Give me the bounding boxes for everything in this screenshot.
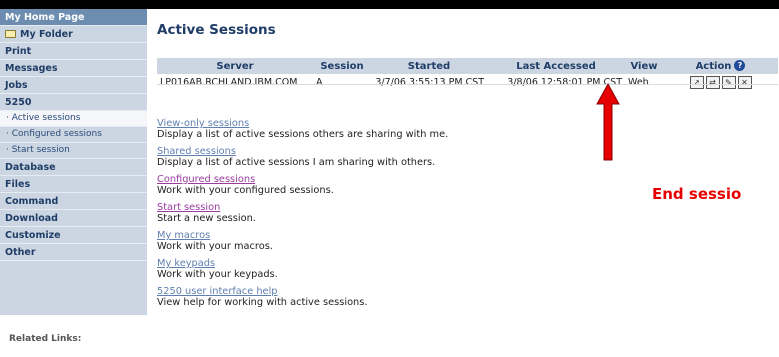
sidebar-item-label: My Folder	[20, 29, 73, 40]
red-arrow-annotation	[596, 82, 620, 161]
link-block-start: Start session Start a new session.	[157, 202, 448, 224]
edit-session-icon[interactable]: ✎	[721, 76, 736, 89]
cell-started: 3/7/06 3:55:13 PM CST	[375, 77, 484, 88]
sidebar-item-other[interactable]: Other	[0, 244, 147, 261]
column-header-session: Session	[313, 58, 371, 74]
sidebar-item-folder[interactable]: My Folder	[0, 26, 147, 43]
my-keypads-link[interactable]: My keypads	[157, 258, 448, 269]
start-session-link[interactable]: Start session	[157, 202, 448, 213]
sidebar-item-5250[interactable]: 5250	[0, 94, 147, 111]
column-header-view: View	[625, 58, 663, 74]
link-block-shared: Shared sessions Display a list of active…	[157, 146, 448, 168]
sidebar-item-database[interactable]: Database	[0, 159, 147, 176]
sidebar-item-print[interactable]: Print	[0, 43, 147, 60]
end-session-annotation: End sessio	[652, 185, 742, 203]
column-header-action: Action?	[663, 58, 778, 74]
link-description: Work with your macros.	[157, 241, 273, 252]
sidebar-subitem-start-session[interactable]: · Start session	[0, 143, 147, 159]
cell-actions: ↗ ⇄ ✎ ✕	[663, 74, 778, 91]
end-session-icon[interactable]: ✕	[737, 76, 752, 89]
configured-sessions-link[interactable]: Configured sessions	[157, 174, 448, 185]
sidebar-item-command[interactable]: Command	[0, 193, 147, 210]
column-header-last-accessed: Last Accessed	[487, 58, 625, 74]
column-header-started: Started	[371, 58, 487, 74]
shared-sessions-link[interactable]: Shared sessions	[157, 146, 448, 157]
link-description: Work with your configured sessions.	[157, 185, 334, 196]
link-block-help: 5250 user interface help View help for w…	[157, 286, 448, 308]
sidebar-item-files[interactable]: Files	[0, 176, 147, 193]
link-description: Display a list of active sessions I am s…	[157, 157, 436, 168]
table-row: LP016AB.RCHLAND.IBM.COM A 3/7/06 3:55:13…	[157, 74, 778, 91]
column-header-server: Server	[157, 58, 313, 74]
share-session-icon[interactable]: ⇄	[705, 76, 720, 89]
top-black-bar	[0, 0, 779, 9]
link-block-macros: My macros Work with your macros.	[157, 230, 448, 252]
view-only-sessions-link[interactable]: View-only sessions	[157, 118, 448, 129]
task-links: View-only sessions Display a list of act…	[157, 118, 448, 314]
link-description: Work with your keypads.	[157, 269, 278, 280]
folder-icon	[5, 30, 16, 38]
sidebar-item-download[interactable]: Download	[0, 210, 147, 227]
sidebar-nav: My Home Page My Folder Print Messages Jo…	[0, 9, 147, 315]
sessions-table: Server Session Started Last Accessed Vie…	[157, 58, 778, 91]
action-header-label: Action	[695, 61, 732, 72]
sidebar-subitem-active-sessions[interactable]: · Active sessions	[0, 111, 147, 127]
my-macros-link[interactable]: My macros	[157, 230, 448, 241]
link-block-keypads: My keypads Work with your keypads.	[157, 258, 448, 280]
link-block-view-only: View-only sessions Display a list of act…	[157, 118, 448, 140]
help-icon[interactable]: ?	[734, 60, 746, 71]
link-description: View help for working with active sessio…	[157, 297, 368, 308]
sidebar-item-home[interactable]: My Home Page	[0, 9, 147, 26]
link-description: Start a new session.	[157, 213, 256, 224]
link-block-configured: Configured sessions Work with your confi…	[157, 174, 448, 196]
cell-server: LP016AB.RCHLAND.IBM.COM	[160, 77, 298, 88]
sidebar-subitem-configured-sessions[interactable]: · Configured sessions	[0, 127, 147, 143]
sidebar-item-messages[interactable]: Messages	[0, 60, 147, 77]
link-description: Display a list of active sessions others…	[157, 129, 449, 140]
table-divider	[157, 84, 778, 85]
page-title: Active Sessions	[157, 22, 276, 38]
cell-view: Web	[628, 77, 649, 88]
user-interface-help-link[interactable]: 5250 user interface help	[157, 286, 448, 297]
sidebar-item-customize[interactable]: Customize	[0, 227, 147, 244]
related-links-heading: Related Links:	[9, 334, 82, 344]
cell-session: A	[316, 77, 323, 88]
table-header-row: Server Session Started Last Accessed Vie…	[157, 58, 778, 74]
open-session-icon[interactable]: ↗	[689, 76, 704, 89]
sidebar-item-jobs[interactable]: Jobs	[0, 77, 147, 94]
